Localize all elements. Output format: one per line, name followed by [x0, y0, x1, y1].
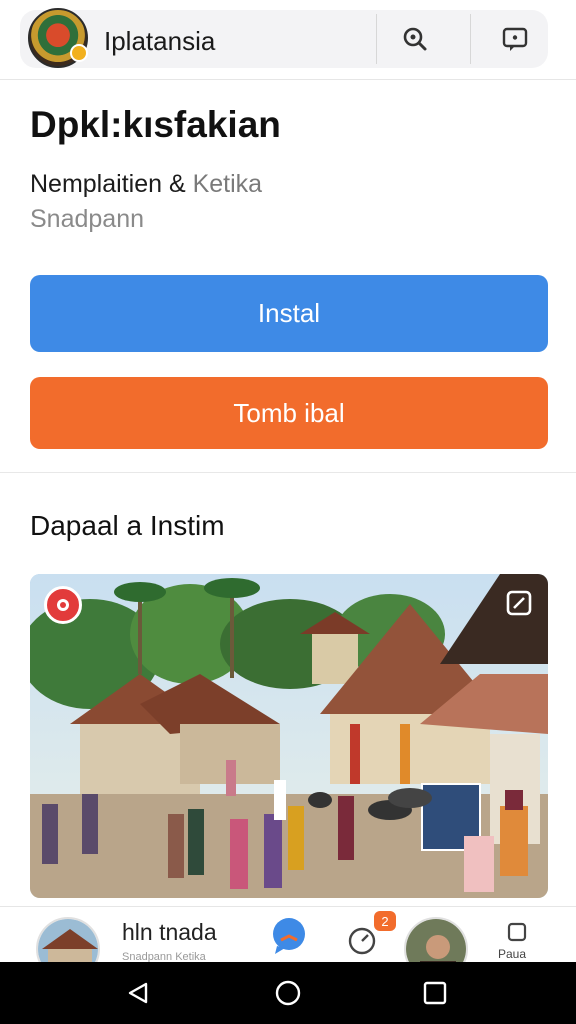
village-thumbnail-avatar[interactable]	[36, 917, 100, 962]
install-button-label: Instal	[257, 298, 321, 328]
secondary-button-label: Tomb ibal	[233, 397, 345, 428]
message-icon[interactable]	[498, 22, 532, 56]
bottom-nav-sublabel: Snadpann Ketika	[122, 951, 206, 962]
bottom-nav-end-label[interactable]: Paua	[498, 947, 526, 961]
profile-avatar[interactable]	[404, 917, 468, 962]
top-app-bar: Iplatansia	[0, 0, 576, 80]
app-bar-divider	[376, 14, 377, 64]
chat-bubble-icon[interactable]	[268, 915, 310, 957]
install-button[interactable]: Instal	[30, 275, 548, 352]
record-icon[interactable]	[44, 586, 82, 624]
app-logo-icon[interactable]	[28, 8, 88, 68]
subtitle-main-text: Nemplaitien &	[30, 170, 193, 198]
section-divider	[0, 472, 576, 473]
app-subtitle-secondary: Snadpann	[30, 205, 145, 233]
search-icon[interactable]	[398, 22, 432, 56]
back-triangle-icon[interactable]	[121, 976, 155, 1010]
village-photo[interactable]	[30, 574, 548, 898]
app-bar-divider	[470, 14, 471, 64]
page-title: Dpkl:kısfakian	[30, 104, 281, 145]
system-navigation-bar	[0, 962, 576, 1024]
square-tab-icon[interactable]	[504, 919, 530, 945]
recents-square-icon[interactable]	[418, 976, 452, 1010]
notification-badge: 2	[374, 911, 396, 931]
home-circle-icon[interactable]	[271, 976, 305, 1010]
section-title: Dapaal a Instim	[30, 510, 225, 541]
expand-icon[interactable]	[504, 588, 534, 618]
subtitle-muted-text: Ketika	[192, 170, 263, 198]
bottom-nav-label[interactable]: hln tnada	[122, 919, 217, 946]
app-screen: Iplatansia Dpkl:kısfakian Nemplaitien & …	[0, 0, 576, 1024]
village-scene-image	[30, 574, 548, 898]
bottom-navigation: hln tnada Snadpann Ketika 2 Paua	[0, 906, 576, 962]
secondary-action-button[interactable]: Tomb ibal	[30, 377, 548, 449]
app-subtitle: Nemplaitien & Ketika	[30, 170, 262, 199]
app-bar-pill	[20, 10, 548, 68]
app-title: Iplatansia	[104, 26, 216, 56]
